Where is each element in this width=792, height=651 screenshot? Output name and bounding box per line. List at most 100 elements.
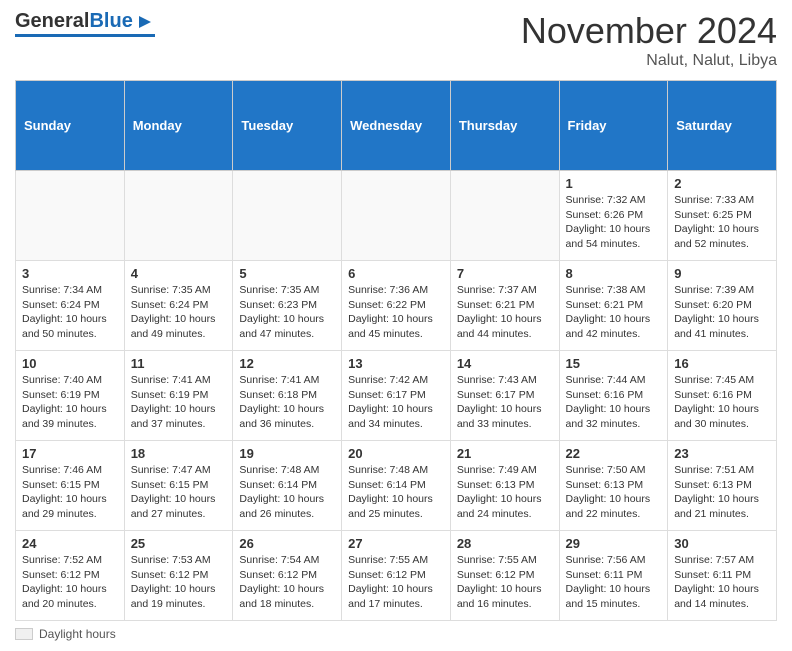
day-info: Sunrise: 7:42 AMSunset: 6:17 PMDaylight:… <box>348 373 444 432</box>
calendar-cell-w2-d4: 6 Sunrise: 7:36 AMSunset: 6:22 PMDaylight… <box>342 261 451 351</box>
day-number: 6 <box>348 266 444 281</box>
footer-label: Daylight hours <box>39 627 116 641</box>
calendar-cell-w3-d7: 16 Sunrise: 7:45 AMSunset: 6:16 PMDayligh… <box>668 351 777 441</box>
calendar-cell-w4-d2: 18 Sunrise: 7:47 AMSunset: 6:15 PMDayligh… <box>124 441 233 531</box>
day-number: 19 <box>239 446 335 461</box>
calendar-cell-w5-d4: 27 Sunrise: 7:55 AMSunset: 6:12 PMDayligh… <box>342 531 451 621</box>
calendar-week-3: 10Sunrise: 7:40 AMSunset: 6:19 PMDayligh… <box>16 351 777 441</box>
day-info: Sunrise: 7:33 AMSunset: 6:25 PMDaylight:… <box>674 193 770 252</box>
day-info: Sunrise: 7:37 AMSunset: 6:21 PMDaylight:… <box>457 283 553 342</box>
day-number: 4 <box>131 266 227 281</box>
calendar-cell-w1-d3 <box>233 171 342 261</box>
day-number: 28 <box>457 536 553 551</box>
day-number: 12 <box>239 356 335 371</box>
calendar-cell-w1-d4 <box>342 171 451 261</box>
calendar-cell-w5-d1: 24 Sunrise: 7:52 AMSunset: 6:12 PMDayligh… <box>16 531 125 621</box>
calendar-cell-w2-d5: 7 Sunrise: 7:37 AMSunset: 6:21 PMDaylight… <box>450 261 559 351</box>
day-number: 22 <box>566 446 662 461</box>
day-info: Sunrise: 7:48 AMSunset: 6:14 PMDaylight:… <box>239 463 335 522</box>
calendar-cell-w3-d3: 12 Sunrise: 7:41 AMSunset: 6:18 PMDayligh… <box>233 351 342 441</box>
calendar-cell-w3-d5: 14Sunrise: 7:43 AMSunset: 6:17 PMDayligh… <box>450 351 559 441</box>
calendar-cell-w5-d3: 26 Sunrise: 7:54 AMSunset: 6:12 PMDayligh… <box>233 531 342 621</box>
day-number: 20 <box>348 446 444 461</box>
calendar-cell-w1-d2 <box>124 171 233 261</box>
calendar-cell-w1-d5 <box>450 171 559 261</box>
col-monday: Monday <box>124 81 233 171</box>
day-number: 16 <box>674 356 770 371</box>
day-info: Sunrise: 7:52 AMSunset: 6:12 PMDaylight:… <box>22 553 118 612</box>
col-saturday: Saturday <box>668 81 777 171</box>
calendar-table: Sunday Monday Tuesday Wednesday Thursday… <box>15 80 777 621</box>
day-info: Sunrise: 7:49 AMSunset: 6:13 PMDaylight:… <box>457 463 553 522</box>
calendar-cell-w5-d7: 30 Sunrise: 7:57 AMSunset: 6:11 PMDayligh… <box>668 531 777 621</box>
calendar-cell-w5-d5: 28 Sunrise: 7:55 AMSunset: 6:12 PMDayligh… <box>450 531 559 621</box>
day-info: Sunrise: 7:55 AMSunset: 6:12 PMDaylight:… <box>457 553 553 612</box>
col-wednesday: Wednesday <box>342 81 451 171</box>
calendar-cell-w3-d6: 15 Sunrise: 7:44 AMSunset: 6:16 PMDayligh… <box>559 351 668 441</box>
day-number: 30 <box>674 536 770 551</box>
calendar-cell-w4-d1: 17 Sunrise: 7:46 AMSunset: 6:15 PMDayligh… <box>16 441 125 531</box>
day-number: 18 <box>131 446 227 461</box>
logo-blue-text: Blue <box>89 10 132 33</box>
day-number: 26 <box>239 536 335 551</box>
day-info: Sunrise: 7:47 AMSunset: 6:15 PMDaylight:… <box>131 463 227 522</box>
day-info: Sunrise: 7:39 AMSunset: 6:20 PMDaylight:… <box>674 283 770 342</box>
day-info: Sunrise: 7:45 AMSunset: 6:16 PMDaylight:… <box>674 373 770 432</box>
calendar-week-2: 3Sunrise: 7:34 AMSunset: 6:24 PMDaylight… <box>16 261 777 351</box>
day-info: Sunrise: 7:44 AMSunset: 6:16 PMDaylight:… <box>566 373 662 432</box>
page-header: General Blue November 2024 Nalut, Nalut,… <box>15 10 777 70</box>
day-info: Sunrise: 7:35 AMSunset: 6:23 PMDaylight:… <box>239 283 335 342</box>
day-number: 7 <box>457 266 553 281</box>
calendar-cell-w2-d1: 3Sunrise: 7:34 AMSunset: 6:24 PMDaylight… <box>16 261 125 351</box>
day-number: 5 <box>239 266 335 281</box>
col-friday: Friday <box>559 81 668 171</box>
day-info: Sunrise: 7:57 AMSunset: 6:11 PMDaylight:… <box>674 553 770 612</box>
day-number: 24 <box>22 536 118 551</box>
day-number: 13 <box>348 356 444 371</box>
calendar-week-1: 1Sunrise: 7:32 AMSunset: 6:26 PMDaylight… <box>16 171 777 261</box>
calendar-cell-w3-d1: 10Sunrise: 7:40 AMSunset: 6:19 PMDayligh… <box>16 351 125 441</box>
day-info: Sunrise: 7:41 AMSunset: 6:19 PMDaylight:… <box>131 373 227 432</box>
calendar-cell-w2-d7: 9 Sunrise: 7:39 AMSunset: 6:20 PMDaylight… <box>668 261 777 351</box>
day-info: Sunrise: 7:50 AMSunset: 6:13 PMDaylight:… <box>566 463 662 522</box>
logo: General Blue <box>15 10 155 37</box>
calendar-cell-w5-d6: 29Sunrise: 7:56 AMSunset: 6:11 PMDayligh… <box>559 531 668 621</box>
day-info: Sunrise: 7:54 AMSunset: 6:12 PMDaylight:… <box>239 553 335 612</box>
calendar-cell-w4-d5: 21 Sunrise: 7:49 AMSunset: 6:13 PMDayligh… <box>450 441 559 531</box>
calendar-cell-w3-d4: 13 Sunrise: 7:42 AMSunset: 6:17 PMDayligh… <box>342 351 451 441</box>
month-title: November 2024 <box>521 10 777 52</box>
day-number: 29 <box>566 536 662 551</box>
calendar-cell-w5-d2: 25Sunrise: 7:53 AMSunset: 6:12 PMDayligh… <box>124 531 233 621</box>
day-number: 21 <box>457 446 553 461</box>
day-number: 10 <box>22 356 118 371</box>
day-number: 17 <box>22 446 118 461</box>
day-info: Sunrise: 7:41 AMSunset: 6:18 PMDaylight:… <box>239 373 335 432</box>
col-tuesday: Tuesday <box>233 81 342 171</box>
calendar-cell-w1-d7: 2 Sunrise: 7:33 AMSunset: 6:25 PMDaylight… <box>668 171 777 261</box>
calendar-cell-w4-d4: 20Sunrise: 7:48 AMSunset: 6:14 PMDayligh… <box>342 441 451 531</box>
day-number: 1 <box>566 176 662 191</box>
day-info: Sunrise: 7:53 AMSunset: 6:12 PMDaylight:… <box>131 553 227 612</box>
calendar-cell-w4-d6: 22 Sunrise: 7:50 AMSunset: 6:13 PMDayligh… <box>559 441 668 531</box>
day-info: Sunrise: 7:46 AMSunset: 6:15 PMDaylight:… <box>22 463 118 522</box>
day-number: 27 <box>348 536 444 551</box>
day-number: 9 <box>674 266 770 281</box>
calendar-cell-w3-d2: 11 Sunrise: 7:41 AMSunset: 6:19 PMDayligh… <box>124 351 233 441</box>
col-thursday: Thursday <box>450 81 559 171</box>
day-number: 14 <box>457 356 553 371</box>
day-number: 11 <box>131 356 227 371</box>
location-subtitle: Nalut, Nalut, Libya <box>521 52 777 70</box>
calendar-cell-w1-d1 <box>16 171 125 261</box>
logo-arrow-icon <box>135 12 155 32</box>
day-number: 2 <box>674 176 770 191</box>
day-info: Sunrise: 7:51 AMSunset: 6:13 PMDaylight:… <box>674 463 770 522</box>
day-info: Sunrise: 7:55 AMSunset: 6:12 PMDaylight:… <box>348 553 444 612</box>
logo-general-text: General <box>15 10 89 33</box>
day-info: Sunrise: 7:36 AMSunset: 6:22 PMDaylight:… <box>348 283 444 342</box>
col-sunday: Sunday <box>16 81 125 171</box>
day-number: 15 <box>566 356 662 371</box>
day-number: 23 <box>674 446 770 461</box>
calendar-cell-w4-d7: 23 Sunrise: 7:51 AMSunset: 6:13 PMDayligh… <box>668 441 777 531</box>
calendar-week-5: 24 Sunrise: 7:52 AMSunset: 6:12 PMDayligh… <box>16 531 777 621</box>
day-number: 3 <box>22 266 118 281</box>
